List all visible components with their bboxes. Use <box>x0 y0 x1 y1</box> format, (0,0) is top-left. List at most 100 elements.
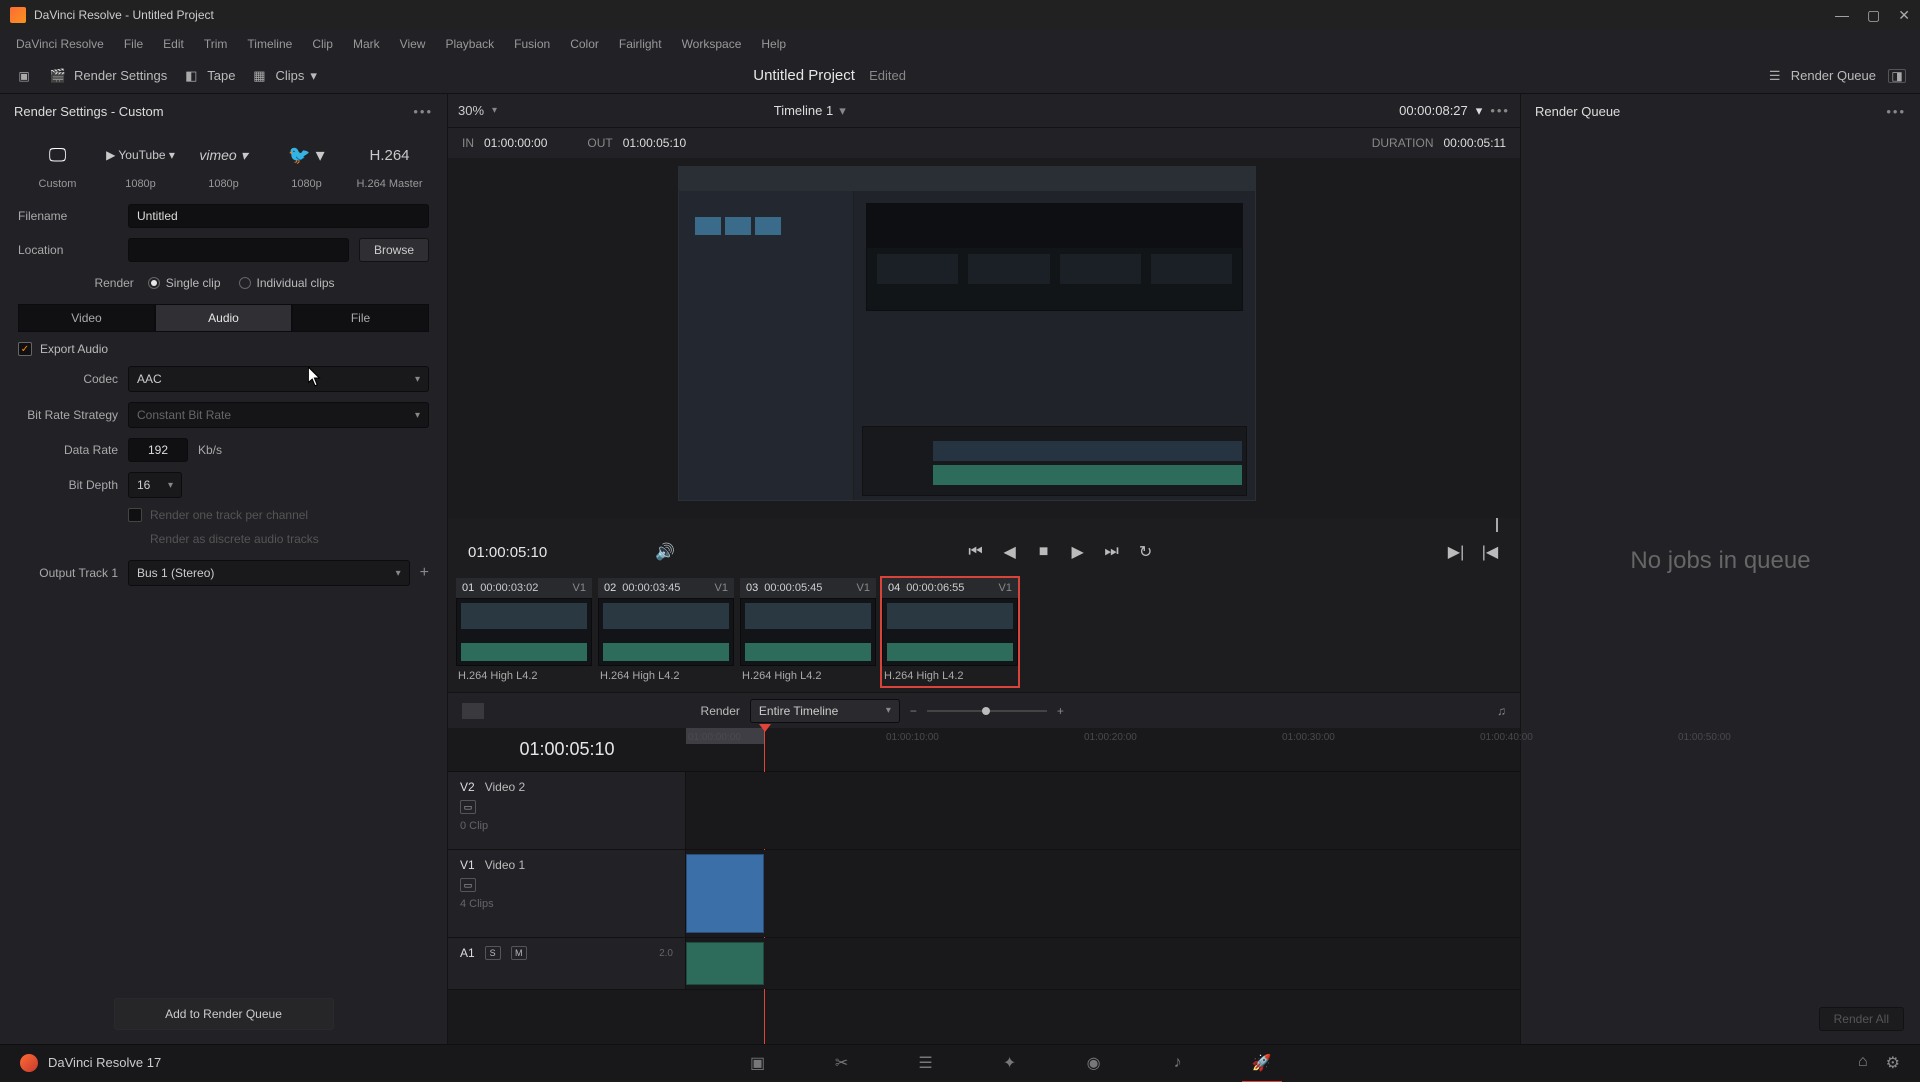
media-page-icon[interactable]: ▣ <box>746 1051 770 1075</box>
one-track-check[interactable]: Render one track per channel <box>128 508 308 522</box>
output-track-select[interactable]: Bus 1 (Stereo)▾ <box>128 560 410 586</box>
viewer-tc[interactable]: 01:00:05:10 <box>468 544 547 561</box>
menu-item[interactable]: Mark <box>345 35 388 53</box>
in-tc[interactable]: 01:00:00:00 <box>484 136 547 150</box>
deliver-page-icon[interactable]: 🚀 <box>1250 1051 1274 1075</box>
individual-clips-radio[interactable]: Individual clips <box>239 276 335 290</box>
track-v2[interactable]: V2Video 2 ▭ 0 Clip <box>448 772 1520 850</box>
browse-button[interactable]: Browse <box>359 238 429 262</box>
menu-item[interactable]: Edit <box>155 35 192 53</box>
menu-item[interactable]: DaVinci Resolve <box>8 35 112 53</box>
zoom-select[interactable]: 30%▾ <box>458 103 497 118</box>
tab-audio[interactable]: Audio <box>155 304 292 332</box>
mute-button[interactable]: M <box>511 946 527 960</box>
brs-label: Bit Rate Strategy <box>18 408 128 422</box>
clip-item[interactable]: 0300:00:05:45V1 H.264 High L4.2 <box>740 578 876 686</box>
stop-icon[interactable]: ■ <box>1034 543 1054 561</box>
track-a1[interactable]: A1 S M 2.0 <box>448 938 1520 990</box>
menu-item[interactable]: Color <box>562 35 607 53</box>
codec-select[interactable]: AAC▾ <box>128 366 429 392</box>
menubar: DaVinci Resolve File Edit Trim Timeline … <box>0 30 1920 58</box>
add-track-icon[interactable]: + <box>420 564 429 582</box>
track-v1[interactable]: V1Video 1 ▭ 4 Clips <box>448 850 1520 938</box>
zoom-out-icon[interactable]: − <box>910 704 917 718</box>
menu-dots-icon[interactable]: ••• <box>1490 103 1510 118</box>
clip-item[interactable]: 0100:00:03:02V1 H.264 High L4.2 <box>456 578 592 686</box>
location-input[interactable] <box>128 238 349 262</box>
filename-label: Filename <box>18 209 128 223</box>
prev-frame-icon[interactable]: ◀ <box>1000 542 1020 562</box>
menu-item[interactable]: Fairlight <box>611 35 670 53</box>
tape-toggle[interactable]: ◧ Tape <box>181 68 235 84</box>
menu-item[interactable]: Trim <box>196 35 236 53</box>
loop-icon[interactable]: ↻ <box>1136 542 1156 562</box>
preset-custom[interactable]: 🖵 Custom <box>16 138 99 190</box>
menu-item[interactable]: File <box>116 35 151 53</box>
tl-scope-select[interactable]: Entire Timeline▾ <box>750 699 900 723</box>
menu-item[interactable]: Timeline <box>239 35 300 53</box>
home-icon[interactable]: ⌂ <box>1858 1053 1868 1073</box>
menu-item[interactable]: Fusion <box>506 35 558 53</box>
viewer-scrubber[interactable] <box>448 518 1520 532</box>
edit-page-icon[interactable]: ☰ <box>914 1051 938 1075</box>
menu-item[interactable]: View <box>392 35 434 53</box>
solo-button[interactable]: S <box>485 946 501 960</box>
render-settings-toggle[interactable]: 🎬 Render Settings <box>48 68 167 84</box>
menu-item[interactable]: Help <box>753 35 794 53</box>
render-queue-toggle[interactable]: ☰ Render Queue <box>1765 68 1876 84</box>
preset-twitter[interactable]: 🐦 ▾ 1080p <box>265 138 348 190</box>
timecode-display[interactable]: 00:00:08:27 <box>1399 103 1468 118</box>
next-frame-icon[interactable]: ⏭ <box>1102 543 1122 561</box>
dock-right-icon[interactable]: ◨ <box>1888 69 1906 83</box>
timeline-view-icon[interactable] <box>462 703 484 719</box>
timeline-clip[interactable] <box>686 942 764 985</box>
first-frame-icon[interactable]: ⏮ <box>966 543 986 561</box>
datarate-input[interactable]: 192 <box>128 438 188 462</box>
tab-file[interactable]: File <box>292 304 429 332</box>
color-page-icon[interactable]: ◉ <box>1082 1051 1106 1075</box>
menu-item[interactable]: Workspace <box>674 35 750 53</box>
fairlight-page-icon[interactable]: ♪ <box>1166 1051 1190 1075</box>
bitdepth-select[interactable]: 16▾ <box>128 472 182 498</box>
zoom-slider[interactable] <box>927 710 1047 712</box>
track-enable-icon[interactable]: ▭ <box>460 800 476 814</box>
close-icon[interactable]: ✕ <box>1898 7 1910 24</box>
chevron-down-icon[interactable]: ▾ <box>1476 103 1483 119</box>
timeline-name[interactable]: Timeline 1▾ <box>774 103 846 119</box>
minimize-icon[interactable]: — <box>1835 7 1849 24</box>
single-clip-radio[interactable]: Single clip <box>148 276 221 290</box>
maximize-icon[interactable]: ▢ <box>1867 7 1880 24</box>
speaker-icon[interactable]: 🔊 <box>655 542 675 562</box>
timeline-ruler[interactable]: 01:00:05:10 01:00:00:00 01:00:10:00 01:0… <box>448 728 1520 772</box>
fusion-page-icon[interactable]: ✦ <box>998 1051 1022 1075</box>
filename-input[interactable]: Untitled <box>128 204 429 228</box>
clips-toggle[interactable]: ▦ Clips ▾ <box>249 68 316 84</box>
in-out-bar: IN 01:00:00:00 OUT 01:00:05:10 DURATION … <box>448 128 1520 158</box>
settings-icon[interactable]: ⚙ <box>1886 1053 1900 1073</box>
zoom-in-icon[interactable]: + <box>1057 704 1064 718</box>
preset-vimeo[interactable]: vimeo ▾ 1080p <box>182 138 265 190</box>
clip-item[interactable]: 0400:00:06:55V1 H.264 High L4.2 <box>882 578 1018 686</box>
tab-video[interactable]: Video <box>18 304 155 332</box>
play-icon[interactable]: ▶ <box>1068 542 1088 562</box>
next-clip-icon[interactable]: |◀ <box>1480 542 1500 562</box>
track-enable-icon[interactable]: ▭ <box>460 878 476 892</box>
add-to-queue-button[interactable]: Add to Render Queue <box>114 998 334 1030</box>
menu-item[interactable]: Playback <box>437 35 502 53</box>
cut-page-icon[interactable]: ✂ <box>830 1051 854 1075</box>
timeline-clip[interactable] <box>686 854 764 933</box>
menu-item[interactable]: Clip <box>304 35 341 53</box>
preset-h264[interactable]: H.264 H.264 Master <box>348 138 431 190</box>
out-tc[interactable]: 01:00:05:10 <box>623 136 686 150</box>
preset-youtube[interactable]: ▶ YouTube ▾ 1080p <box>99 138 182 190</box>
menu-dots-icon[interactable]: ••• <box>1886 104 1906 119</box>
dock-icon[interactable]: ▣ <box>14 68 34 84</box>
clip-item[interactable]: 0200:00:03:45V1 H.264 High L4.2 <box>598 578 734 686</box>
music-icon[interactable]: ♫ <box>1497 704 1506 718</box>
codec-label: Codec <box>18 372 128 386</box>
menu-dots-icon[interactable]: ••• <box>413 104 433 119</box>
prev-clip-icon[interactable]: ▶| <box>1446 542 1466 562</box>
viewer[interactable] <box>448 158 1520 518</box>
export-audio-check[interactable]: ✓Export Audio <box>18 342 108 356</box>
in-label: IN <box>462 136 474 150</box>
